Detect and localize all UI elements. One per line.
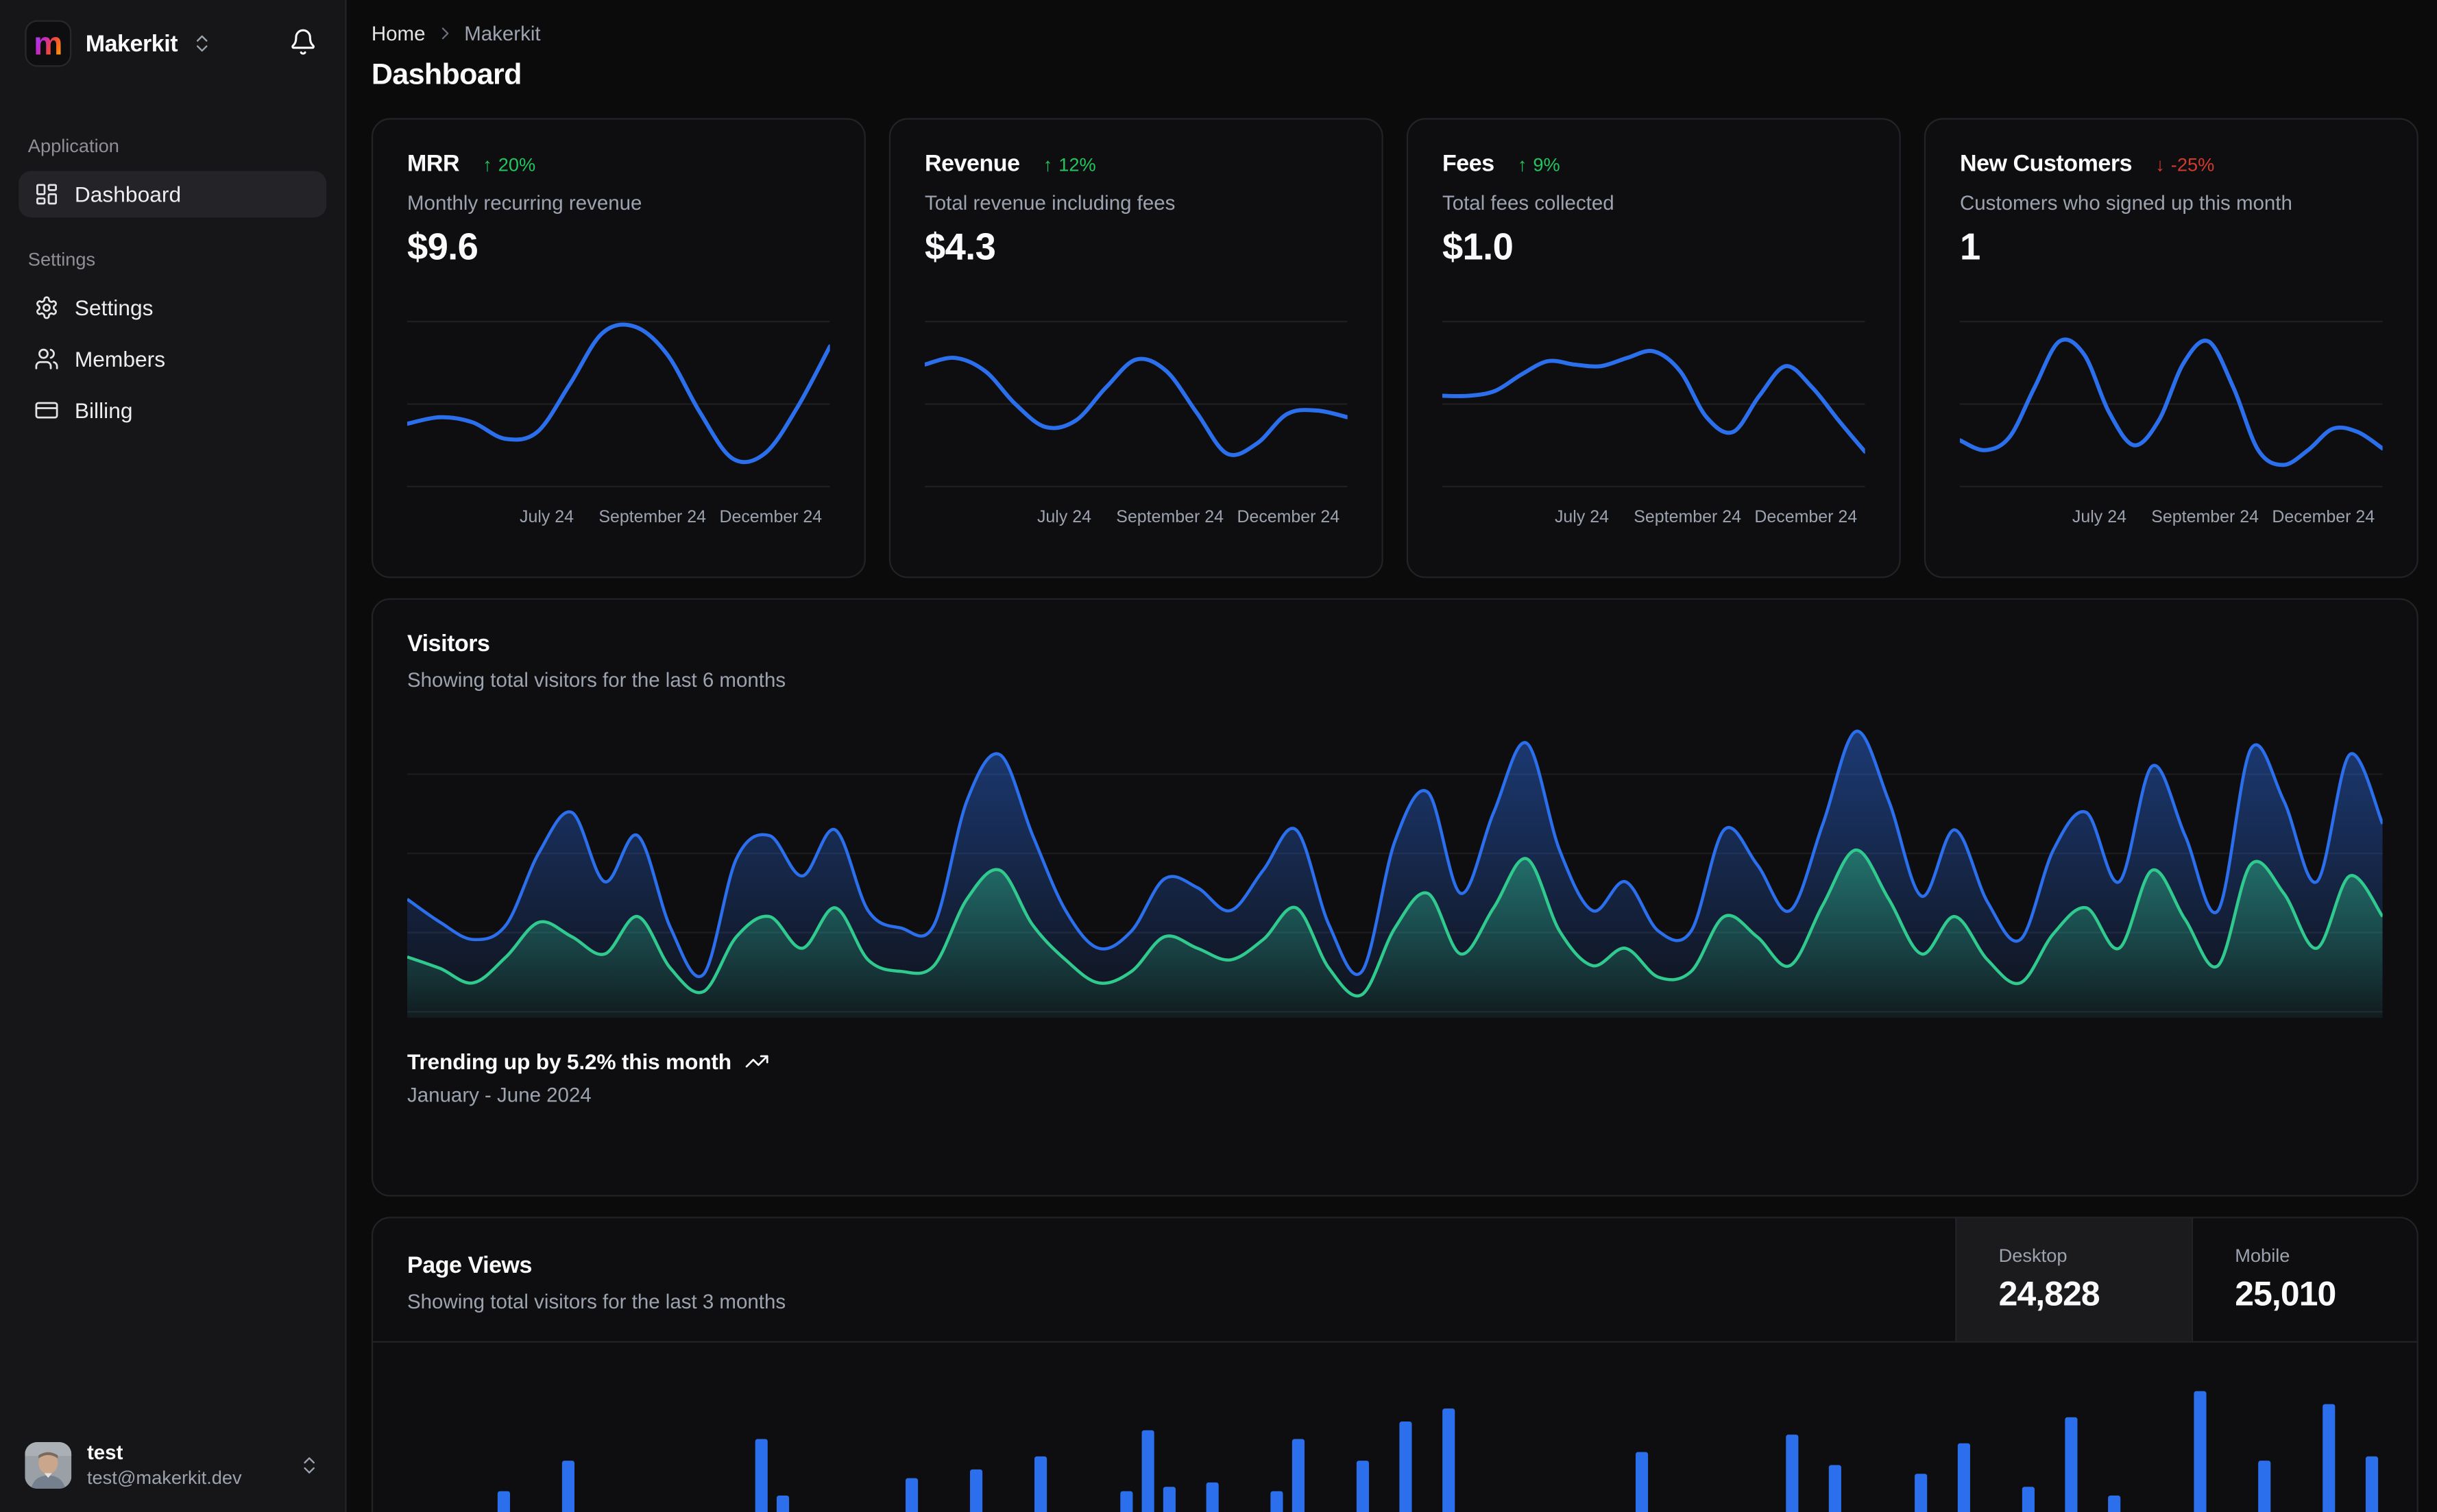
page-views-subtitle: Showing total visitors for the last 3 mo… (407, 1289, 786, 1313)
main-content: Home Makerkit Dashboard MRR ↑ 20% Monthly… (347, 0, 2437, 1512)
sidebar-item-dashboard[interactable]: Dashboard (19, 171, 327, 218)
notifications-button[interactable] (286, 24, 320, 63)
breadcrumb-home-link[interactable]: Home (372, 22, 426, 45)
page-views-bar-chart (497, 1391, 2379, 1512)
arrow-down-icon: ↓ (2155, 153, 2165, 175)
bell-icon (289, 27, 317, 60)
user-email: test@makerkit.dev (86, 1466, 242, 1489)
user-name: test (86, 1440, 123, 1464)
sidebar-item-members[interactable]: Members (19, 336, 326, 382)
credit-card-icon (35, 402, 58, 419)
stat-change-value: 12% (1058, 153, 1096, 175)
desktop-label: Desktop (1998, 1245, 2068, 1267)
visitors-period: January - June 2024 (407, 1083, 592, 1107)
sidebar-item-label: Dashboard (74, 182, 182, 207)
arrow-up-icon: ↑ (1043, 153, 1053, 175)
workspace-name: Makerkit (85, 30, 178, 57)
stat-change-value: 20% (498, 153, 536, 175)
stat-change-badge: ↑ 12% (1043, 153, 1096, 175)
sidebar-item-settings[interactable]: Settings (19, 284, 326, 331)
visitors-trend: Trending up by 5.2% this month (407, 1049, 2383, 1074)
avatar (25, 1441, 72, 1488)
visitors-area-chart (407, 729, 2383, 1019)
x-axis-ticks: July 24 September 24 December 24 (1554, 508, 1858, 527)
stat-value: 1 (1959, 227, 1980, 269)
visitors-card: Visitors Showing total visitors for the … (371, 598, 2418, 1197)
page-title: Dashboard (371, 59, 522, 92)
breadcrumb: Home Makerkit (372, 22, 2418, 45)
fees-sparkline-chart (1442, 320, 1865, 488)
chevrons-up-down-icon (298, 1454, 320, 1476)
stat-change-badge: ↓ -25% (2155, 153, 2214, 175)
stat-value: $9.6 (407, 227, 478, 269)
stat-change-badge: ↑ 9% (1518, 153, 1560, 175)
dashboard-icon (36, 184, 57, 205)
users-icon (35, 348, 58, 369)
stat-change-value: 9% (1533, 153, 1560, 175)
stat-value: $4.3 (924, 227, 996, 269)
stat-title: New Customers (1959, 150, 2133, 178)
sidebar-item-label: Members (74, 346, 166, 371)
stat-change-badge: ↑ 20% (483, 153, 535, 175)
mobile-value: 25,010 (2235, 1274, 2336, 1313)
sidebar-item-label: Billing (74, 398, 133, 423)
stat-description: Customers who signed up this month (1959, 191, 2292, 215)
breadcrumb-current: Makerkit (464, 21, 541, 45)
stat-card-fees: Fees ↑ 9% Total fees collected $1.0 July … (1406, 118, 1901, 578)
stat-card-mrr: MRR ↑ 20% Monthly recurring revenue $9.6 … (371, 118, 866, 578)
sidebar-item-billing[interactable]: Billing (19, 387, 326, 434)
visitors-title: Visitors (407, 631, 490, 658)
stat-card-new-customers: New Customers ↓ -25% Customers who signed… (1924, 118, 2418, 578)
page-views-title: Page Views (407, 1252, 533, 1279)
page-views-card: Page Views Showing total visitors for th… (371, 1217, 2418, 1512)
toggle-desktop[interactable]: Desktop 24,828 (1955, 1218, 2192, 1341)
stat-value: $1.0 (1442, 227, 1514, 269)
stat-description: Total revenue including fees (924, 191, 1176, 215)
sidebar-section-application: Application (27, 135, 119, 157)
stat-description: Monthly recurring revenue (407, 191, 642, 215)
sidebar-item-label: Settings (74, 295, 154, 321)
toggle-mobile[interactable]: Mobile 25,010 (2191, 1218, 2417, 1341)
chevrons-up-down-icon (191, 33, 213, 55)
x-axis-ticks: July 24 September 24 December 24 (519, 508, 823, 527)
new-customers-sparkline-chart (1959, 320, 2383, 488)
mobile-label: Mobile (2235, 1245, 2290, 1267)
trending-up-icon (744, 1055, 768, 1068)
revenue-sparkline-chart (924, 320, 1348, 488)
chevron-right-icon (441, 27, 448, 40)
workspace-selector[interactable]: m Makerkit (19, 0, 326, 86)
user-menu[interactable]: test test@makerkit.dev (19, 1419, 326, 1512)
page-views-header: Page Views Showing total visitors for th… (373, 1218, 2417, 1343)
stat-cards-row: MRR ↑ 20% Monthly recurring revenue $9.6 … (371, 118, 2418, 578)
stat-title: Fees (1442, 150, 1494, 178)
x-axis-ticks: July 24 September 24 December 24 (2072, 508, 2375, 527)
stat-change-value: -25% (2170, 153, 2215, 175)
arrow-up-icon: ↑ (483, 153, 492, 175)
sidebar-section-settings: Settings (27, 248, 96, 271)
x-axis-ticks: July 24 September 24 December 24 (1036, 508, 1340, 527)
stat-description: Total fees collected (1442, 191, 1614, 215)
stat-title: MRR (407, 150, 460, 178)
stat-title: Revenue (924, 150, 1020, 178)
stat-card-revenue: Revenue ↑ 12% Total revenue including fee… (888, 118, 1383, 578)
desktop-value: 24,828 (1998, 1274, 2100, 1313)
sidebar: m Makerkit Application Dashboard Setting… (0, 0, 347, 1512)
mrr-sparkline-chart (407, 320, 830, 488)
dashboard-page: m Makerkit Application Dashboard Setting… (0, 0, 2437, 1512)
makerkit-logo: m (25, 20, 72, 67)
visitors-subtitle: Showing total visitors for the last 6 mo… (407, 668, 786, 692)
arrow-up-icon: ↑ (1517, 153, 1527, 175)
gear-icon (36, 296, 57, 319)
